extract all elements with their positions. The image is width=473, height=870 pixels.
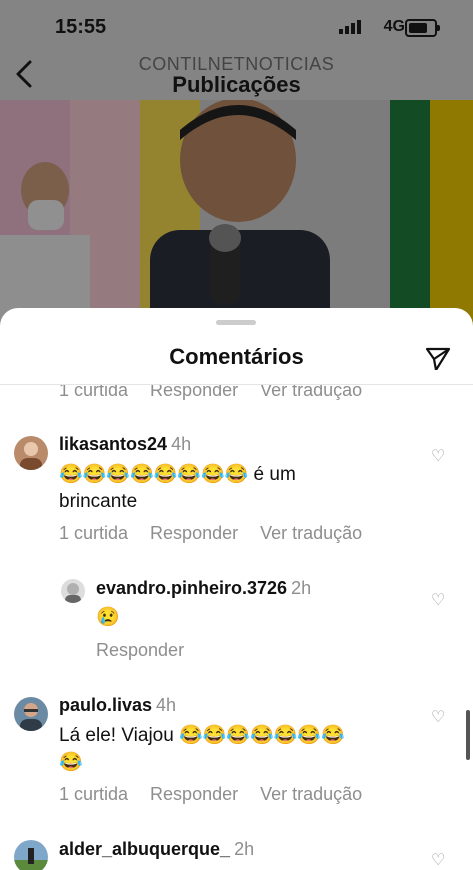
avatar[interactable] (14, 436, 48, 470)
avatar[interactable] (14, 840, 48, 870)
comment-actions: 1 curtida Responder Ver tradução (59, 523, 362, 544)
comment-time: 2h (291, 578, 312, 598)
battery-icon (405, 19, 440, 37)
comment-header: likasantos24 4h (59, 434, 191, 455)
network-label: 4G (383, 18, 405, 35)
comment-time: 2h (234, 839, 255, 859)
comment-time: 4h (156, 695, 177, 715)
comment-header: alder_albuquerque_ 2h (59, 839, 254, 860)
comment-text-line: brincante (59, 491, 138, 512)
likes-count[interactable]: 1 curtida (59, 523, 128, 544)
avatar[interactable] (61, 579, 85, 603)
paper-plane-icon[interactable] (425, 346, 451, 372)
heart-outline-icon[interactable]: ♡ (431, 446, 445, 466)
comment-header: paulo.livas 4h (59, 695, 176, 716)
reply-button[interactable]: Responder (150, 784, 238, 805)
likes-count[interactable]: 1 curtida (59, 784, 128, 805)
page-title: Publicações (172, 72, 301, 97)
reply-button[interactable]: Responder (150, 523, 238, 544)
comment-text-line: 😂 (59, 752, 83, 773)
translate-button[interactable]: Ver tradução (260, 523, 362, 544)
sheet-title: Comentários (169, 344, 304, 369)
avatar[interactable] (14, 697, 48, 731)
comment-username[interactable]: evandro.pinheiro.3726 (96, 578, 287, 598)
comment-username[interactable]: paulo.livas (59, 695, 152, 715)
scrollbar[interactable] (466, 710, 470, 760)
signal-icon (339, 20, 361, 34)
divider (0, 384, 473, 385)
comment-text-line: Lá ele! Viajou 😂😂😂😂😂😂😂 (59, 725, 345, 746)
comment-text-line: 😂😂😂😂😂😂😂😂 é um (59, 464, 296, 485)
comment-username[interactable]: alder_albuquerque_ (59, 839, 230, 859)
comments-sheet: Comentários 1 curtida Responder Ver trad… (0, 308, 473, 870)
top-bar: CONTILNETNOTICIAS Publicações (0, 50, 473, 100)
comment-text: 😂😂😂😂😂😂😂😂 é um brincante (59, 461, 296, 515)
reply-button[interactable]: Responder (96, 640, 184, 661)
heart-outline-icon[interactable]: ♡ (431, 850, 445, 870)
heart-outline-icon[interactable]: ♡ (431, 707, 445, 727)
comment-actions: Responder (96, 640, 184, 661)
drag-handle[interactable] (216, 320, 256, 325)
comment-text: 😢 (96, 607, 120, 628)
header-mask (0, 370, 473, 384)
comment-header: evandro.pinheiro.3726 2h (96, 578, 311, 599)
comment-actions: 1 curtida Responder Ver tradução (59, 784, 362, 805)
comment-text: Lá ele! Viajou 😂😂😂😂😂😂😂 😂 (59, 722, 345, 776)
comment-username[interactable]: likasantos24 (59, 434, 167, 454)
heart-outline-icon[interactable]: ♡ (431, 590, 445, 610)
comment-time: 4h (171, 434, 192, 454)
status-time: 15:55 (55, 16, 107, 38)
translate-button[interactable]: Ver tradução (260, 784, 362, 805)
